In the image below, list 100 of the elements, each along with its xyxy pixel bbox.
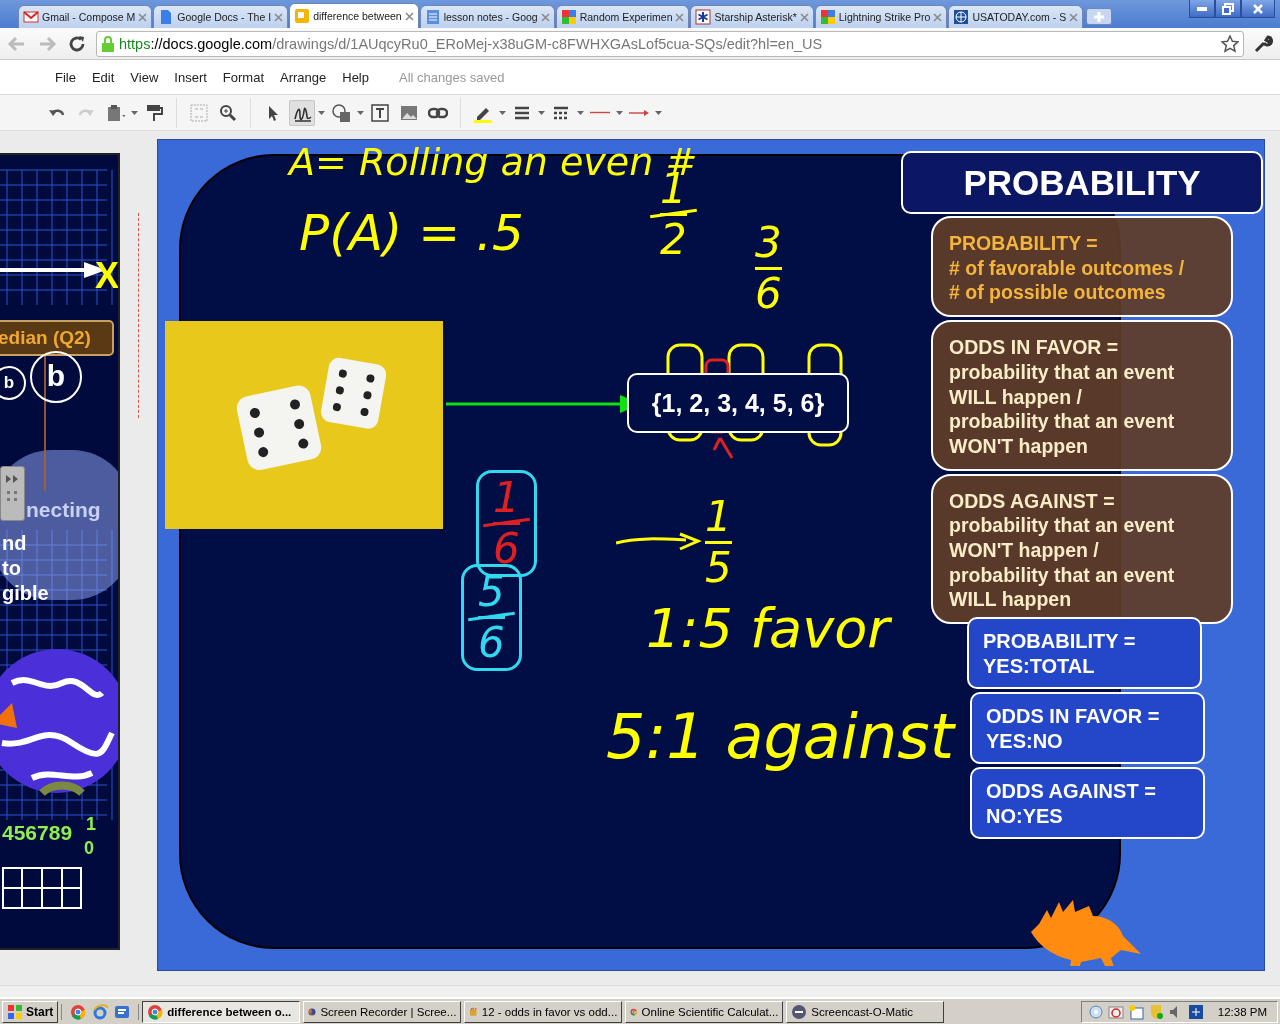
toolbar-button[interactable]: [289, 99, 315, 126]
slide-text: to: [2, 557, 21, 580]
taskbar-button[interactable]: difference between o...: [142, 1000, 301, 1023]
caret-icon[interactable]: [499, 110, 506, 115]
shapes-icon: [331, 102, 351, 123]
caret-icon[interactable]: [318, 110, 325, 115]
browser-tab[interactable]: Starship Asterisk*: [690, 5, 814, 28]
slide-text: gible: [2, 582, 49, 605]
colored-squares-icon: [560, 9, 577, 25]
close-icon: [1252, 2, 1264, 15]
caret-icon[interactable]: [131, 110, 138, 115]
definition-card: ODDS IN FAVOR = probability that an event WILL happen / probability that an event WON'T happen: [931, 320, 1233, 471]
taskbar-button[interactable]: Screencast-O-Matic: [786, 1000, 945, 1023]
text-box-icon: [370, 102, 390, 123]
taskbar-button[interactable]: 12 - odds in favor vs odd...: [464, 1000, 623, 1023]
blocked-icon[interactable]: [1107, 1003, 1124, 1020]
wrench-icon[interactable]: [1252, 32, 1274, 55]
menu-item[interactable]: Insert: [166, 69, 215, 85]
save-status: All changes saved: [399, 69, 505, 85]
close-icon[interactable]: [675, 12, 685, 22]
formula-card: ODDS IN FAVOR = YES:NO: [970, 692, 1205, 764]
slide-text: b: [0, 366, 26, 400]
start-button[interactable]: Start: [2, 1000, 59, 1023]
drawing-icon: [294, 8, 311, 24]
restore-icon: [1222, 2, 1234, 15]
chrome-icon: [147, 1003, 164, 1020]
chrome-icon[interactable]: [70, 1003, 87, 1020]
browser-tab[interactable]: lesson notes - Goog: [419, 5, 555, 28]
plus-icon: [1094, 11, 1105, 22]
asterisk-icon: [695, 9, 712, 25]
caret-icon[interactable]: [538, 110, 545, 115]
menu-item[interactable]: Edit: [83, 69, 123, 85]
browser-tab[interactable]: Lightning Strike Pro: [814, 5, 948, 28]
caret-icon[interactable]: [577, 110, 584, 115]
formula-card: PROBABILITY = YES:TOTAL: [967, 617, 1202, 689]
close-icon[interactable]: [1069, 12, 1079, 22]
close-icon[interactable]: [404, 11, 414, 21]
clipboard-icon: [105, 102, 125, 123]
windows-logo-icon: [7, 1003, 23, 1020]
address-bar[interactable]: https://docs.google.com/drawings/d/1AUqcyRu0_ERoMej-x38uGM-c8FWHXGAsLof5cua-SQs/edit?hl=en_US: [96, 30, 1244, 57]
document-icon: [424, 9, 441, 25]
disc-icon[interactable]: [1087, 1003, 1104, 1020]
url-text: https://docs.google.com/drawings/d/1AUqcyRu0_ERoMej-x38uGM-c8FWHXGAsLof5cua-SQs/edit?hl=en_US: [119, 35, 824, 52]
close-icon[interactable]: [540, 12, 550, 22]
browser-tab[interactable]: Random Experimen: [555, 5, 690, 28]
handwritten-fraction: 1 5: [704, 492, 733, 593]
menu-item[interactable]: Help: [334, 69, 377, 85]
menu-item[interactable]: Format: [214, 69, 272, 85]
envelope-icon: [23, 9, 39, 25]
slide-text: 456789: [2, 821, 73, 845]
line-start-icon: [590, 111, 610, 114]
network-icon[interactable]: [1187, 1003, 1204, 1020]
close-button[interactable]: [1241, 0, 1275, 18]
sample-space-box: {1, 2, 3, 4, 5, 6}: [627, 373, 849, 433]
minimize-button[interactable]: [1189, 0, 1215, 18]
browser-icon[interactable]: [92, 1003, 109, 1020]
new-tab-button[interactable]: [1086, 8, 1113, 25]
caret-icon[interactable]: [616, 110, 623, 115]
caret-icon[interactable]: [357, 110, 364, 115]
close-icon[interactable]: [274, 12, 284, 22]
panel-handle[interactable]: [0, 466, 25, 521]
taskbar-button[interactable]: Screen Recorder | Scree...: [303, 1000, 462, 1023]
slide-text: 1: [86, 814, 96, 835]
clock: 12:38 PM: [1217, 1005, 1267, 1018]
restore-button[interactable]: [1215, 0, 1241, 18]
taskbar-button[interactable]: Online Scientific Calculat...: [625, 1000, 784, 1023]
menu-item[interactable]: Arrange: [272, 69, 335, 85]
close-icon[interactable]: [138, 12, 148, 22]
handwritten-note: 1:5 favor: [646, 602, 890, 656]
definition-card: ODDS AGAINST = probability that an event WON'T happen / probability that an event WILL happen: [931, 473, 1233, 625]
browser-tab[interactable]: Google Docs - The I: [153, 5, 289, 28]
close-icon[interactable]: [799, 12, 809, 22]
caret-icon[interactable]: [655, 110, 662, 115]
slide-text: b: [30, 351, 82, 403]
slide-text: nd: [2, 532, 27, 555]
horizontal-scrollbar[interactable]: [0, 985, 1280, 997]
close-icon[interactable]: [933, 12, 943, 22]
slide-text: necting: [26, 498, 101, 522]
handwritten-fraction: 1 6: [476, 470, 537, 577]
slide-text: 0: [84, 838, 94, 859]
formula-card: ODDS AGAINST = NO:YES: [970, 767, 1205, 839]
line-end-icon: [629, 109, 649, 116]
browser-tab[interactable]: Gmail - Compose M: [18, 5, 153, 28]
handwritten-fraction: 3 6: [754, 218, 783, 319]
panel-title: PROBABILITY: [901, 151, 1263, 214]
definition-card: PROBABILITY = # of favorable outcomes / # of possible outcomes: [931, 216, 1233, 318]
globe-icon: [953, 9, 970, 25]
fit-icon: [189, 102, 209, 123]
recorder-icon: [791, 1003, 808, 1020]
handwritten-note: P(A) = .5: [299, 208, 524, 258]
browser-tab[interactable]: USATODAY.com - S: [948, 5, 1084, 28]
browser-tab[interactable]: difference between: [289, 3, 419, 28]
sun-icon[interactable]: [1127, 1003, 1144, 1020]
desktop-icon[interactable]: [114, 1003, 131, 1020]
paint-roller-icon: [144, 102, 164, 123]
colored-squares-icon: [819, 9, 836, 25]
menu-item[interactable]: View: [122, 69, 167, 85]
lock-icon: [101, 35, 115, 52]
star-icon[interactable]: [1221, 34, 1239, 53]
menu-item[interactable]: File: [47, 69, 84, 85]
